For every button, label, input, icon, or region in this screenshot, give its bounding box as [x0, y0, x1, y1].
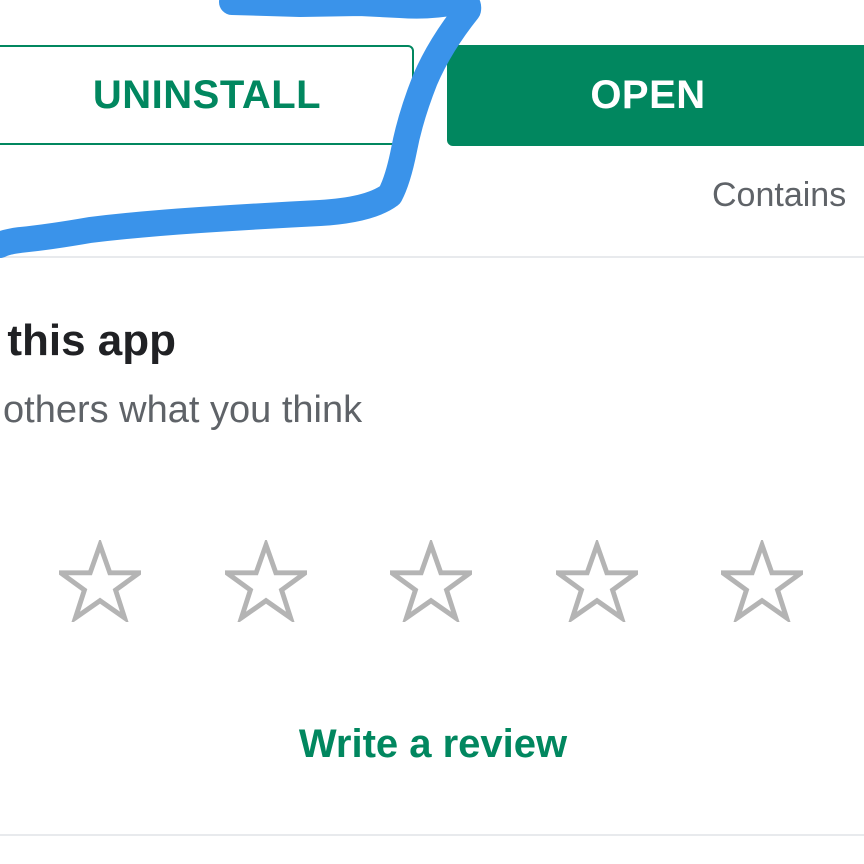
contains-ads-label: Contains [712, 176, 847, 214]
star-outline-icon [556, 540, 638, 622]
rate-app-title: te this app [0, 316, 177, 365]
open-button-label: OPEN [590, 73, 706, 117]
star-outline-icon [390, 540, 472, 622]
star-4-icon[interactable] [556, 540, 638, 622]
star-3-icon[interactable] [390, 540, 472, 622]
app-detail-screen: UNINSTALL OPEN Contains te this app l ot… [0, 0, 864, 864]
star-1-icon[interactable] [59, 540, 141, 622]
star-outline-icon [59, 540, 141, 622]
star-2-icon[interactable] [225, 540, 307, 622]
star-5-icon[interactable] [721, 540, 803, 622]
uninstall-button-label: UNINSTALL [92, 72, 322, 117]
write-review-link[interactable]: Write a review [0, 722, 864, 767]
write-review-label: Write a review [298, 722, 568, 766]
star-outline-icon [721, 540, 803, 622]
section-divider [0, 256, 864, 258]
star-rating-bar [0, 540, 864, 630]
section-divider-bottom [0, 834, 864, 836]
star-outline-icon [225, 540, 307, 622]
rate-app-subtitle: l others what you think [0, 389, 363, 431]
open-button[interactable]: OPEN [447, 45, 864, 146]
uninstall-button[interactable]: UNINSTALL [0, 45, 414, 145]
